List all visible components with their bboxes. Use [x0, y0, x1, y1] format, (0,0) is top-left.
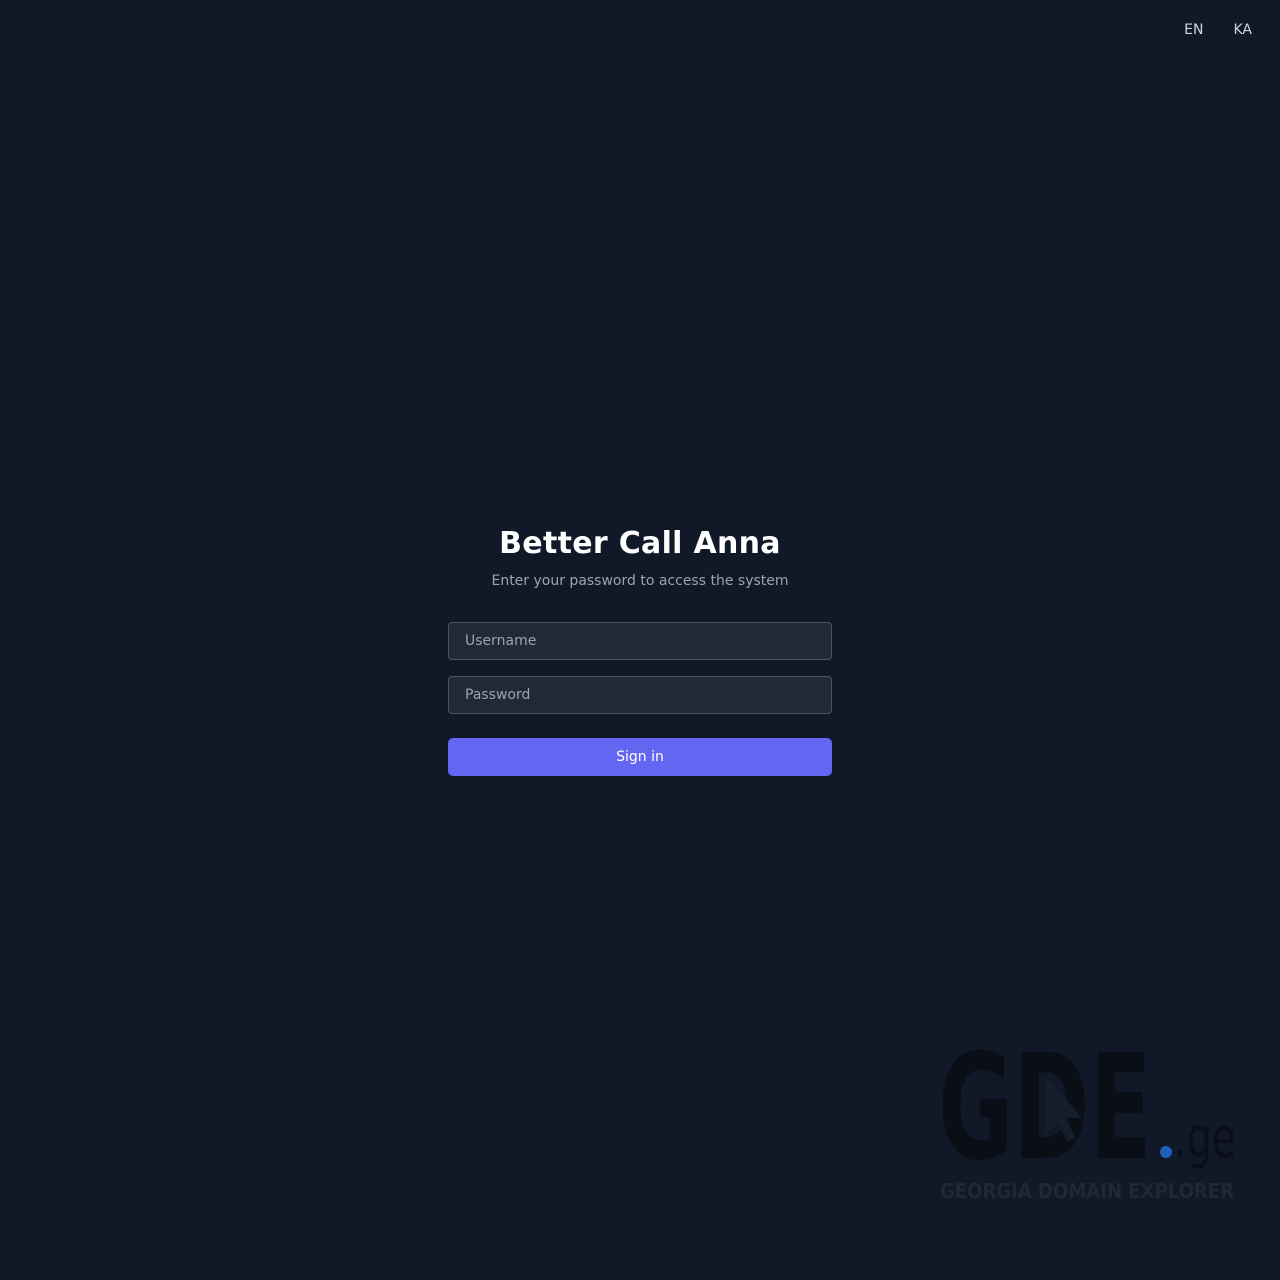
gde-logo-watermark: GDE .ge GEORGIA DOMAIN EXPLORER: [938, 1030, 1236, 1203]
login-page: EN KA Better Call Anna Enter your passwo…: [0, 0, 1280, 1280]
page-title: Better Call Anna: [499, 526, 781, 561]
logo-suffix: .ge: [1174, 1106, 1236, 1171]
language-ka-button[interactable]: KA: [1221, 18, 1264, 42]
password-input[interactable]: [448, 676, 832, 714]
logo-tagline: GEORGIA DOMAIN EXPLORER: [940, 1179, 1234, 1203]
language-switcher: EN KA: [1172, 18, 1264, 42]
username-input[interactable]: [448, 622, 832, 660]
sign-in-button[interactable]: Sign in: [448, 738, 832, 776]
logo-dot: [1160, 1146, 1172, 1158]
page-subtitle: Enter your password to access the system: [491, 573, 789, 589]
login-form: Better Call Anna Enter your password to …: [448, 525, 832, 776]
language-en-button[interactable]: EN: [1172, 18, 1215, 42]
logo-text: GDE: [938, 1030, 1152, 1193]
